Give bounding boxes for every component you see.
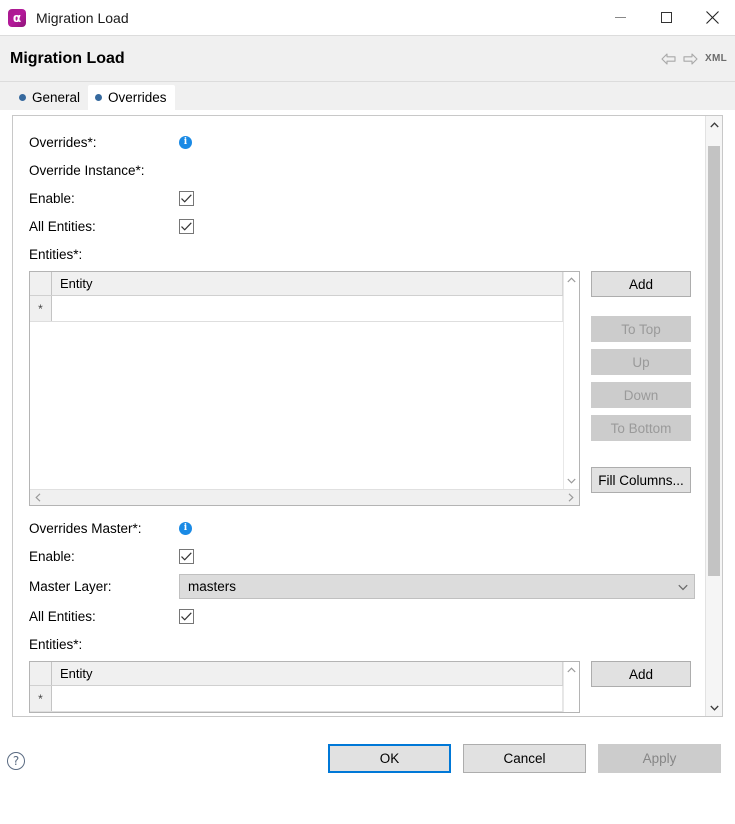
entities-grid-bottom-buttons: Add — [591, 661, 691, 687]
overrides-form: Overrides*: i Override Instance*: Enable… — [13, 116, 695, 716]
all-entities-checkbox[interactable] — [179, 219, 194, 234]
fill-columns-button[interactable]: Fill Columns... — [591, 467, 691, 493]
master-entities-label: Entities*: — [29, 637, 179, 652]
cancel-button[interactable]: Cancel — [463, 744, 586, 773]
entities-grid-bottom-body: Entity * — [30, 662, 563, 712]
enable-label: Enable: — [29, 191, 179, 206]
master-all-entities-label: All Entities: — [29, 609, 179, 624]
table-row[interactable]: * — [30, 296, 563, 322]
column-header-entity-bottom[interactable]: Entity — [52, 662, 563, 685]
master-layer-value: masters — [188, 579, 236, 594]
override-instance-row: Override Instance*: — [29, 156, 695, 184]
scroll-right-icon[interactable] — [563, 490, 579, 506]
row-cell-entity-bottom[interactable] — [52, 686, 563, 711]
add-button-bottom[interactable]: Add — [591, 661, 691, 687]
master-layer-label: Master Layer: — [29, 579, 179, 594]
overrides-content-panel: Overrides*: i Override Instance*: Enable… — [12, 115, 723, 717]
panel-scroll-thumb[interactable] — [708, 146, 720, 576]
entities-row: Entities*: — [29, 240, 695, 268]
minimize-icon[interactable] — [597, 0, 643, 35]
chevron-down-icon[interactable] — [678, 579, 688, 594]
back-arrow-icon[interactable] — [661, 53, 676, 65]
overrides-master-info-icon[interactable]: i — [179, 522, 192, 535]
entities-grid-top[interactable]: Entity * — [29, 271, 580, 506]
row-cell-entity[interactable] — [52, 296, 563, 321]
master-enable-label: Enable: — [29, 549, 179, 564]
entities-grid-bottom-header: Entity — [30, 662, 563, 686]
apply-button[interactable]: Apply — [598, 744, 721, 773]
overrides-label: Overrides*: — [29, 135, 179, 150]
overrides-master-label: Overrides Master*: — [29, 521, 179, 536]
button-gap-2 — [591, 441, 691, 467]
page-title: Migration Load — [10, 50, 125, 68]
header-tools: XML — [661, 53, 727, 65]
to-top-button[interactable]: To Top — [591, 316, 691, 342]
xml-link[interactable]: XML — [705, 53, 727, 64]
maximize-icon[interactable] — [643, 0, 689, 35]
entities-grid-top-header: Entity — [30, 272, 563, 296]
overrides-info-icon[interactable]: i — [179, 136, 192, 149]
panel-scroll-up-icon[interactable] — [706, 116, 722, 133]
ok-button[interactable]: OK — [328, 744, 451, 773]
to-bottom-button[interactable]: To Bottom — [591, 415, 691, 441]
entities-grid-bottom-section: Entity * Add — [29, 661, 695, 713]
new-row-marker: * — [30, 296, 52, 321]
column-header-entity[interactable]: Entity — [52, 272, 563, 295]
tab-overrides-label: Overrides — [108, 90, 167, 105]
button-gap — [591, 297, 691, 316]
scroll-up-icon-bottom[interactable] — [564, 662, 580, 678]
scroll-up-icon[interactable] — [564, 272, 580, 288]
grid-corner-cell — [30, 272, 52, 295]
tab-overrides-dot-icon — [95, 94, 102, 101]
tab-general-dot-icon — [19, 94, 26, 101]
tab-general[interactable]: General — [12, 85, 88, 110]
entities-grid-section: Entity * — [29, 271, 695, 506]
entities-grid-top-body: Entity * — [30, 272, 563, 505]
master-entities-row: Entities*: — [29, 630, 695, 658]
scroll-down-icon[interactable] — [564, 473, 580, 489]
entities-grid-top-hscrollbar[interactable] — [30, 489, 579, 505]
dialog-footer: ? OK Cancel Apply — [0, 717, 735, 824]
window-title: Migration Load — [36, 10, 129, 26]
entities-grid-top-vscrollbar[interactable] — [563, 272, 579, 489]
tab-overrides[interactable]: Overrides — [88, 85, 175, 110]
dialog-buttons: OK Cancel Apply — [328, 744, 721, 773]
window-title-bar: α Migration Load — [0, 0, 735, 35]
master-enable-checkbox[interactable] — [179, 549, 194, 564]
all-entities-row: All Entities: — [29, 212, 695, 240]
enable-checkbox[interactable] — [179, 191, 194, 206]
master-layer-select[interactable]: masters — [179, 574, 695, 599]
entities-grid-top-buttons: Add To Top Up Down To Bottom Fill Column… — [591, 271, 691, 493]
new-row-marker-bottom: * — [30, 686, 52, 711]
master-all-entities-checkbox[interactable] — [179, 609, 194, 624]
entities-label: Entities*: — [29, 247, 179, 262]
down-button[interactable]: Down — [591, 382, 691, 408]
enable-row: Enable: — [29, 184, 695, 212]
tab-bar: General Overrides — [0, 82, 735, 110]
grid-corner-cell-bottom — [30, 662, 52, 685]
content-panel-scrollbar[interactable] — [705, 116, 722, 716]
master-all-entities-row: All Entities: — [29, 602, 695, 630]
master-layer-row: Master Layer: masters — [29, 570, 695, 602]
overrides-master-row: Overrides Master*: i — [29, 514, 695, 542]
dialog-header: Migration Load XML — [0, 35, 735, 82]
master-enable-row: Enable: — [29, 542, 695, 570]
entities-grid-bottom[interactable]: Entity * — [29, 661, 580, 713]
all-entities-label: All Entities: — [29, 219, 179, 234]
panel-scroll-down-icon[interactable] — [706, 699, 722, 716]
forward-arrow-icon[interactable] — [683, 53, 698, 65]
scroll-left-icon[interactable] — [30, 490, 46, 506]
close-icon[interactable] — [689, 0, 735, 35]
entities-grid-bottom-vscrollbar[interactable] — [563, 662, 579, 712]
override-instance-label: Override Instance*: — [29, 163, 179, 178]
up-button[interactable]: Up — [591, 349, 691, 375]
tab-general-label: General — [32, 90, 80, 105]
help-icon[interactable]: ? — [7, 752, 25, 770]
overrides-row: Overrides*: i — [29, 128, 695, 156]
window-controls — [597, 0, 735, 35]
add-button[interactable]: Add — [591, 271, 691, 297]
table-row[interactable]: * — [30, 686, 563, 712]
alpha-app-icon: α — [8, 9, 26, 27]
